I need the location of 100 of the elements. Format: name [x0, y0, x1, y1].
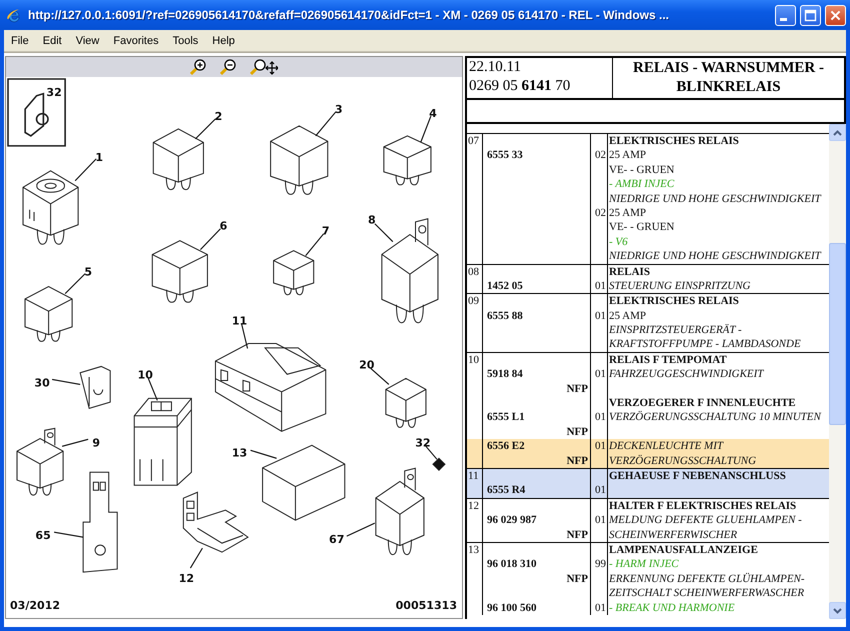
menu-item[interactable]: File — [4, 34, 36, 46]
document-title: RELAIS - WARNSUMMER - BLINKRELAIS — [632, 59, 825, 97]
application-note: MELDUNG DEFEKTE GLUEHLAMPEN - — [609, 514, 802, 526]
application-note: KRAFTSTOFFPUMPE - LAMBDASONDE — [609, 338, 801, 350]
application-note: ZEITSCHALT SCHEINWERFERWASCHER — [609, 587, 804, 600]
leader-line — [54, 532, 84, 538]
quantity: 02 — [595, 149, 606, 162]
window-title: http://127.0.0.1:6091/?ref=026905614170&refaff=026905614170&idFct=1 - XM - 0269 05 614170 - REL - Windows ... — [28, 8, 670, 22]
item-position: 08 — [468, 266, 479, 278]
relay-drawing — [383, 135, 432, 186]
item-position: 10 — [468, 354, 479, 366]
zoom-in-icon[interactable] — [190, 58, 208, 76]
table-row[interactable]: 09 ELEKTRISCHES RELAIS 6555 88 01 25 AMP EINSPRITZSTEUERGERÄT - KRAFTSTOFFPUMPE - LAMBDASONDE — [467, 293, 829, 352]
callout-number: 9 — [92, 436, 100, 450]
spec-text: VE- - GRUEN — [609, 164, 674, 176]
callout-number: 30 — [34, 376, 50, 390]
scroll-down-button[interactable] — [829, 602, 846, 619]
bracket-relay-drawing — [16, 428, 64, 496]
callout-number: 32 — [46, 86, 62, 99]
part-title: RELAIS F TEMPOMAT — [609, 354, 727, 366]
zoom-out-icon[interactable] — [220, 58, 238, 76]
menu-item[interactable]: Tools — [166, 34, 206, 46]
quantity: 01 — [595, 602, 606, 614]
table-row[interactable]: 10 RELAIS F TEMPOMAT 5918 84 01 FAHRZEUGGESCHWINDIGKEIT NFP VERZOEGERER F INNENLEUCHTE 6555 L1 01 VERZÖGERUNGSSCHALTUNG 10 MINUTEN NFP 6556 E2 01 DECKENLEUCHTE MIT NFP VERZÖGERUNGSSCHALTUNG — [467, 352, 829, 468]
leader-line — [148, 378, 158, 401]
menu-item[interactable]: Favorites — [106, 34, 166, 46]
callout-number: 8 — [368, 214, 376, 227]
menu-item[interactable]: View — [68, 34, 106, 46]
application-note: EINSPRITZSTEUERGERÄT - — [609, 324, 742, 336]
close-button[interactable] — [825, 4, 846, 26]
part-number: 6556 E2 — [487, 439, 525, 454]
item-position: 09 — [468, 295, 479, 308]
leader-line — [346, 522, 376, 537]
leader-line — [52, 378, 80, 385]
leader-line — [374, 223, 394, 242]
quantity: 01 — [595, 411, 606, 424]
relay-drawing — [152, 240, 208, 303]
callout-number: 67 — [329, 533, 344, 546]
callout-number: 10 — [138, 368, 153, 382]
leader-line — [305, 233, 324, 256]
quantity: 01 — [595, 484, 606, 496]
quantity: 01 — [595, 310, 606, 322]
availability-code: NFP — [566, 454, 588, 468]
part-title: LAMPENAUSFALLANZEIGE — [609, 544, 758, 556]
scrollbar-thumb[interactable] — [829, 243, 846, 425]
leader-line — [370, 368, 390, 385]
callout-number: 32 — [415, 436, 431, 450]
variant-label: - BREAK UND HARMONIE — [609, 602, 735, 614]
leader-line — [426, 446, 438, 460]
callout-number: 11 — [232, 314, 248, 328]
spec-text: 25 AMP — [609, 206, 646, 219]
part-title: VERZOEGERER F INNENLEUCHTE — [609, 397, 796, 410]
quantity: 01 — [595, 440, 606, 452]
diagram-date: 03/2012 — [10, 599, 60, 612]
table-row[interactable]: 13 LAMPENAUSFALLANZEIGE 96 018 310 99 - HARM INJEC NFP ERKENNUNG DEFEKTE GLÜHLAMPEN- ZEITSCHALT SCHEINWERFERWASCHER 96 100 560 01 - BREAK UND HARMONIE — [467, 542, 829, 615]
part-number: 96 018 310 — [487, 557, 536, 572]
item-position: 07 — [468, 135, 479, 147]
minimize-icon — [780, 18, 787, 20]
quantity: 01 — [595, 514, 606, 526]
availability-code: NFP — [566, 572, 588, 586]
callout-number: 5 — [84, 266, 92, 279]
item-position: 12 — [468, 500, 479, 512]
callout-number: 3 — [334, 102, 343, 116]
callout-number: 13 — [232, 446, 248, 460]
availability-code: NFP — [566, 424, 588, 440]
application-note: VERZÖGERUNGSSCHALTUNG 10 MINUTEN — [609, 411, 821, 424]
caret-down-icon — [833, 608, 842, 614]
clip-drawing — [80, 366, 111, 410]
application-note: NIEDRIGE UND HOHE GESCHWINDIGKEIT — [609, 250, 821, 262]
table-row[interactable]: 08 RELAIS 1452 05 01 STEUERUNG EINSPRITZUNG — [467, 264, 829, 294]
quantity: 02 — [595, 206, 606, 219]
callout-number: 6 — [220, 220, 228, 233]
part-number: 6555 33 — [487, 148, 523, 163]
part-number: 1452 05 — [487, 278, 523, 294]
maximize-button[interactable] — [800, 4, 821, 26]
minimize-button[interactable] — [775, 4, 796, 26]
scroll-up-button[interactable] — [829, 124, 846, 141]
part-number: 5918 84 — [487, 367, 523, 382]
part-title: ELEKTRISCHES RELAIS — [609, 295, 739, 308]
relay-drawing — [270, 125, 328, 195]
document-date: 22.10.11 — [469, 58, 522, 77]
availability-code: NFP — [566, 528, 588, 542]
table-row[interactable]: 07 ELEKTRISCHES RELAIS 6555 33 02 25 AMP VE- - GRUEN - AMBI INJEC NIEDRIGE UND HOHE GESCHWINDIGKEIT 02 25 AMP VE- - GRUEN - V6 NIEDRIGE UND HOHE GESCHWINDIGKEIT — [467, 133, 829, 264]
quantity: 99 — [595, 558, 606, 570]
spec-text: VE- - GRUEN — [609, 221, 674, 234]
part-title: HALTER F ELEKTRISCHES RELAIS — [609, 500, 796, 512]
application-note: STEUERUNG EINSPRITZUNG — [609, 280, 750, 292]
nut-drawing — [432, 458, 446, 471]
menu-item[interactable]: Help — [205, 34, 242, 46]
zoom-pan-icon[interactable] — [250, 58, 278, 76]
application-note: FAHRZEUGGESCHWINDIGKEIT — [609, 368, 764, 380]
variant-label: - AMBI INJEC — [609, 178, 674, 190]
item-position: 13 — [468, 544, 479, 556]
table-row[interactable]: 12 HALTER F ELEKTRISCHES RELAIS 96 029 987 01 MELDUNG DEFEKTE GLUEHLAMPEN - NFP SCHEINWERFERWISCHER — [467, 498, 829, 542]
table-row[interactable]: 11 GEHAEUSE F NEBENANSCHLUSS 6555 R4 01 — [467, 468, 829, 498]
spec-text: 25 AMP — [609, 149, 646, 162]
inset-drawing — [7, 78, 66, 147]
availability-code: NFP — [566, 382, 588, 396]
part-number: 96 100 560 — [487, 600, 536, 615]
menu-item[interactable]: Edit — [36, 34, 69, 46]
